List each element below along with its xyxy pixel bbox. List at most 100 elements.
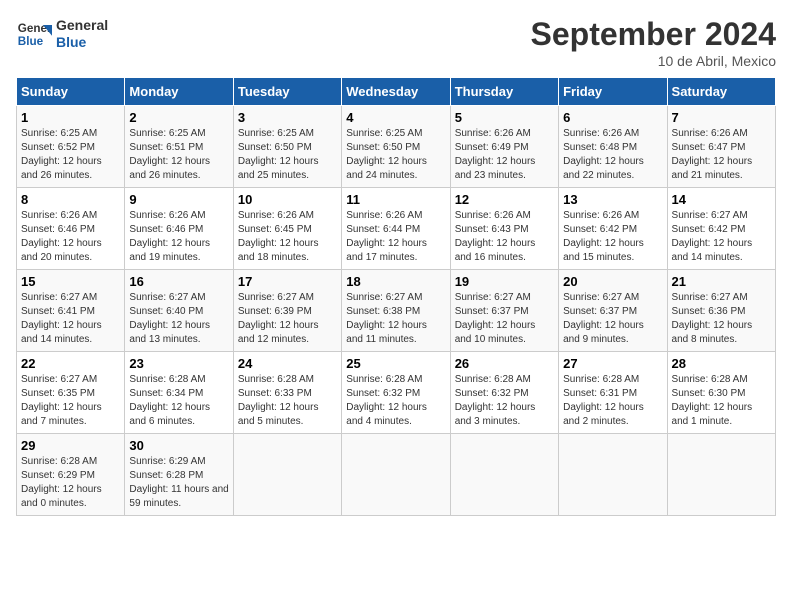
day-detail: Sunrise: 6:28 AMSunset: 6:32 PMDaylight:…	[346, 374, 427, 427]
day-number: 1	[21, 110, 120, 125]
calendar-cell: 7 Sunrise: 6:26 AMSunset: 6:47 PMDaylight…	[667, 106, 775, 188]
calendar-cell: 15 Sunrise: 6:27 AMSunset: 6:41 PMDayligh…	[17, 270, 125, 352]
day-number: 23	[129, 356, 228, 371]
day-detail: Sunrise: 6:27 AMSunset: 6:39 PMDaylight:…	[238, 292, 319, 345]
calendar-cell: 11Sunrise: 6:26 AMSunset: 6:44 PMDayligh…	[342, 188, 450, 270]
weekday-header: Tuesday	[233, 78, 341, 106]
svg-text:Blue: Blue	[18, 35, 44, 48]
day-detail: Sunrise: 6:27 AMSunset: 6:37 PMDaylight:…	[455, 292, 536, 345]
calendar-cell: 27Sunrise: 6:28 AMSunset: 6:31 PMDayligh…	[559, 352, 667, 434]
day-detail: Sunrise: 6:25 AMSunset: 6:50 PMDaylight:…	[238, 128, 319, 181]
calendar-cell: 17 Sunrise: 6:27 AMSunset: 6:39 PMDayligh…	[233, 270, 341, 352]
day-number: 22	[21, 356, 120, 371]
calendar-cell: 28 Sunrise: 6:28 AMSunset: 6:30 PMDayligh…	[667, 352, 775, 434]
day-detail: Sunrise: 6:26 AMSunset: 6:47 PMDaylight:…	[672, 128, 753, 181]
logo: General Blue General Blue	[16, 16, 108, 52]
calendar-cell: 18 Sunrise: 6:27 AMSunset: 6:38 PMDayligh…	[342, 270, 450, 352]
day-detail: Sunrise: 6:26 AMSunset: 6:46 PMDaylight:…	[21, 210, 102, 263]
day-detail: Sunrise: 6:28 AMSunset: 6:31 PMDaylight:…	[563, 374, 644, 427]
header: General Blue General Blue September 2024…	[16, 16, 776, 69]
day-number: 30	[129, 438, 228, 453]
calendar-subtitle: 10 de Abril, Mexico	[531, 53, 776, 69]
calendar-cell: 21 Sunrise: 6:27 AMSunset: 6:36 PMDayligh…	[667, 270, 775, 352]
calendar-cell	[559, 434, 667, 516]
calendar-cell: 13Sunrise: 6:26 AMSunset: 6:42 PMDayligh…	[559, 188, 667, 270]
day-detail: Sunrise: 6:25 AMSunset: 6:51 PMDaylight:…	[129, 128, 210, 181]
weekday-header-row: SundayMondayTuesdayWednesdayThursdayFrid…	[17, 78, 776, 106]
day-detail: Sunrise: 6:26 AMSunset: 6:44 PMDaylight:…	[346, 210, 427, 263]
day-number: 3	[238, 110, 337, 125]
day-detail: Sunrise: 6:26 AMSunset: 6:43 PMDaylight:…	[455, 210, 536, 263]
day-number: 13	[563, 192, 662, 207]
day-detail: Sunrise: 6:27 AMSunset: 6:37 PMDaylight:…	[563, 292, 644, 345]
day-detail: Sunrise: 6:27 AMSunset: 6:36 PMDaylight:…	[672, 292, 753, 345]
day-detail: Sunrise: 6:27 AMSunset: 6:42 PMDaylight:…	[672, 210, 753, 263]
calendar-week-row: 1 Sunrise: 6:25 AMSunset: 6:52 PMDaylight…	[17, 106, 776, 188]
calendar-cell: 12 Sunrise: 6:26 AMSunset: 6:43 PMDayligh…	[450, 188, 558, 270]
calendar-cell: 2 Sunrise: 6:25 AMSunset: 6:51 PMDaylight…	[125, 106, 233, 188]
day-detail: Sunrise: 6:28 AMSunset: 6:29 PMDaylight:…	[21, 456, 102, 509]
day-detail: Sunrise: 6:28 AMSunset: 6:30 PMDaylight:…	[672, 374, 753, 427]
day-number: 28	[672, 356, 771, 371]
logo-icon: General Blue	[16, 16, 52, 52]
calendar-cell: 23 Sunrise: 6:28 AMSunset: 6:34 PMDayligh…	[125, 352, 233, 434]
calendar-title: September 2024	[531, 16, 776, 53]
day-number: 9	[129, 192, 228, 207]
calendar-week-row: 8 Sunrise: 6:26 AMSunset: 6:46 PMDaylight…	[17, 188, 776, 270]
day-number: 7	[672, 110, 771, 125]
day-number: 14	[672, 192, 771, 207]
calendar-cell	[233, 434, 341, 516]
day-number: 8	[21, 192, 120, 207]
calendar-cell: 6Sunrise: 6:26 AMSunset: 6:48 PMDaylight…	[559, 106, 667, 188]
calendar-cell	[450, 434, 558, 516]
calendar-cell: 20 Sunrise: 6:27 AMSunset: 6:37 PMDayligh…	[559, 270, 667, 352]
day-number: 26	[455, 356, 554, 371]
day-number: 2	[129, 110, 228, 125]
calendar-cell: 4Sunrise: 6:25 AMSunset: 6:50 PMDaylight…	[342, 106, 450, 188]
weekday-header: Thursday	[450, 78, 558, 106]
calendar-week-row: 22Sunrise: 6:27 AMSunset: 6:35 PMDayligh…	[17, 352, 776, 434]
day-number: 21	[672, 274, 771, 289]
calendar-cell: 1 Sunrise: 6:25 AMSunset: 6:52 PMDaylight…	[17, 106, 125, 188]
calendar-header: SundayMondayTuesdayWednesdayThursdayFrid…	[17, 78, 776, 106]
day-number: 5	[455, 110, 554, 125]
logo-line2: Blue	[56, 34, 108, 51]
day-detail: Sunrise: 6:26 AMSunset: 6:45 PMDaylight:…	[238, 210, 319, 263]
day-detail: Sunrise: 6:27 AMSunset: 6:38 PMDaylight:…	[346, 292, 427, 345]
calendar-cell: 30 Sunrise: 6:29 AMSunset: 6:28 PMDayligh…	[125, 434, 233, 516]
calendar-week-row: 15 Sunrise: 6:27 AMSunset: 6:41 PMDayligh…	[17, 270, 776, 352]
calendar-cell: 19Sunrise: 6:27 AMSunset: 6:37 PMDayligh…	[450, 270, 558, 352]
weekday-header: Wednesday	[342, 78, 450, 106]
calendar-cell: 3 Sunrise: 6:25 AMSunset: 6:50 PMDaylight…	[233, 106, 341, 188]
day-detail: Sunrise: 6:27 AMSunset: 6:40 PMDaylight:…	[129, 292, 210, 345]
calendar-cell: 10 Sunrise: 6:26 AMSunset: 6:45 PMDayligh…	[233, 188, 341, 270]
day-number: 29	[21, 438, 120, 453]
day-number: 12	[455, 192, 554, 207]
calendar-cell	[667, 434, 775, 516]
day-number: 17	[238, 274, 337, 289]
calendar-cell: 29 Sunrise: 6:28 AMSunset: 6:29 PMDayligh…	[17, 434, 125, 516]
calendar-cell: 26 Sunrise: 6:28 AMSunset: 6:32 PMDayligh…	[450, 352, 558, 434]
calendar-cell	[342, 434, 450, 516]
day-number: 20	[563, 274, 662, 289]
calendar-cell: 25 Sunrise: 6:28 AMSunset: 6:32 PMDayligh…	[342, 352, 450, 434]
day-number: 4	[346, 110, 445, 125]
day-detail: Sunrise: 6:28 AMSunset: 6:34 PMDaylight:…	[129, 374, 210, 427]
day-detail: Sunrise: 6:25 AMSunset: 6:52 PMDaylight:…	[21, 128, 102, 181]
day-detail: Sunrise: 6:28 AMSunset: 6:33 PMDaylight:…	[238, 374, 319, 427]
day-number: 25	[346, 356, 445, 371]
calendar-cell: 5 Sunrise: 6:26 AMSunset: 6:49 PMDaylight…	[450, 106, 558, 188]
day-number: 18	[346, 274, 445, 289]
day-detail: Sunrise: 6:29 AMSunset: 6:28 PMDaylight:…	[129, 456, 228, 509]
day-detail: Sunrise: 6:26 AMSunset: 6:49 PMDaylight:…	[455, 128, 536, 181]
calendar-cell: 8 Sunrise: 6:26 AMSunset: 6:46 PMDaylight…	[17, 188, 125, 270]
day-number: 10	[238, 192, 337, 207]
weekday-header: Monday	[125, 78, 233, 106]
calendar-cell: 9 Sunrise: 6:26 AMSunset: 6:46 PMDaylight…	[125, 188, 233, 270]
calendar-cell: 24Sunrise: 6:28 AMSunset: 6:33 PMDayligh…	[233, 352, 341, 434]
day-detail: Sunrise: 6:26 AMSunset: 6:46 PMDaylight:…	[129, 210, 210, 263]
day-detail: Sunrise: 6:28 AMSunset: 6:32 PMDaylight:…	[455, 374, 536, 427]
calendar-cell: 16Sunrise: 6:27 AMSunset: 6:40 PMDayligh…	[125, 270, 233, 352]
day-detail: Sunrise: 6:27 AMSunset: 6:41 PMDaylight:…	[21, 292, 102, 345]
day-number: 15	[21, 274, 120, 289]
